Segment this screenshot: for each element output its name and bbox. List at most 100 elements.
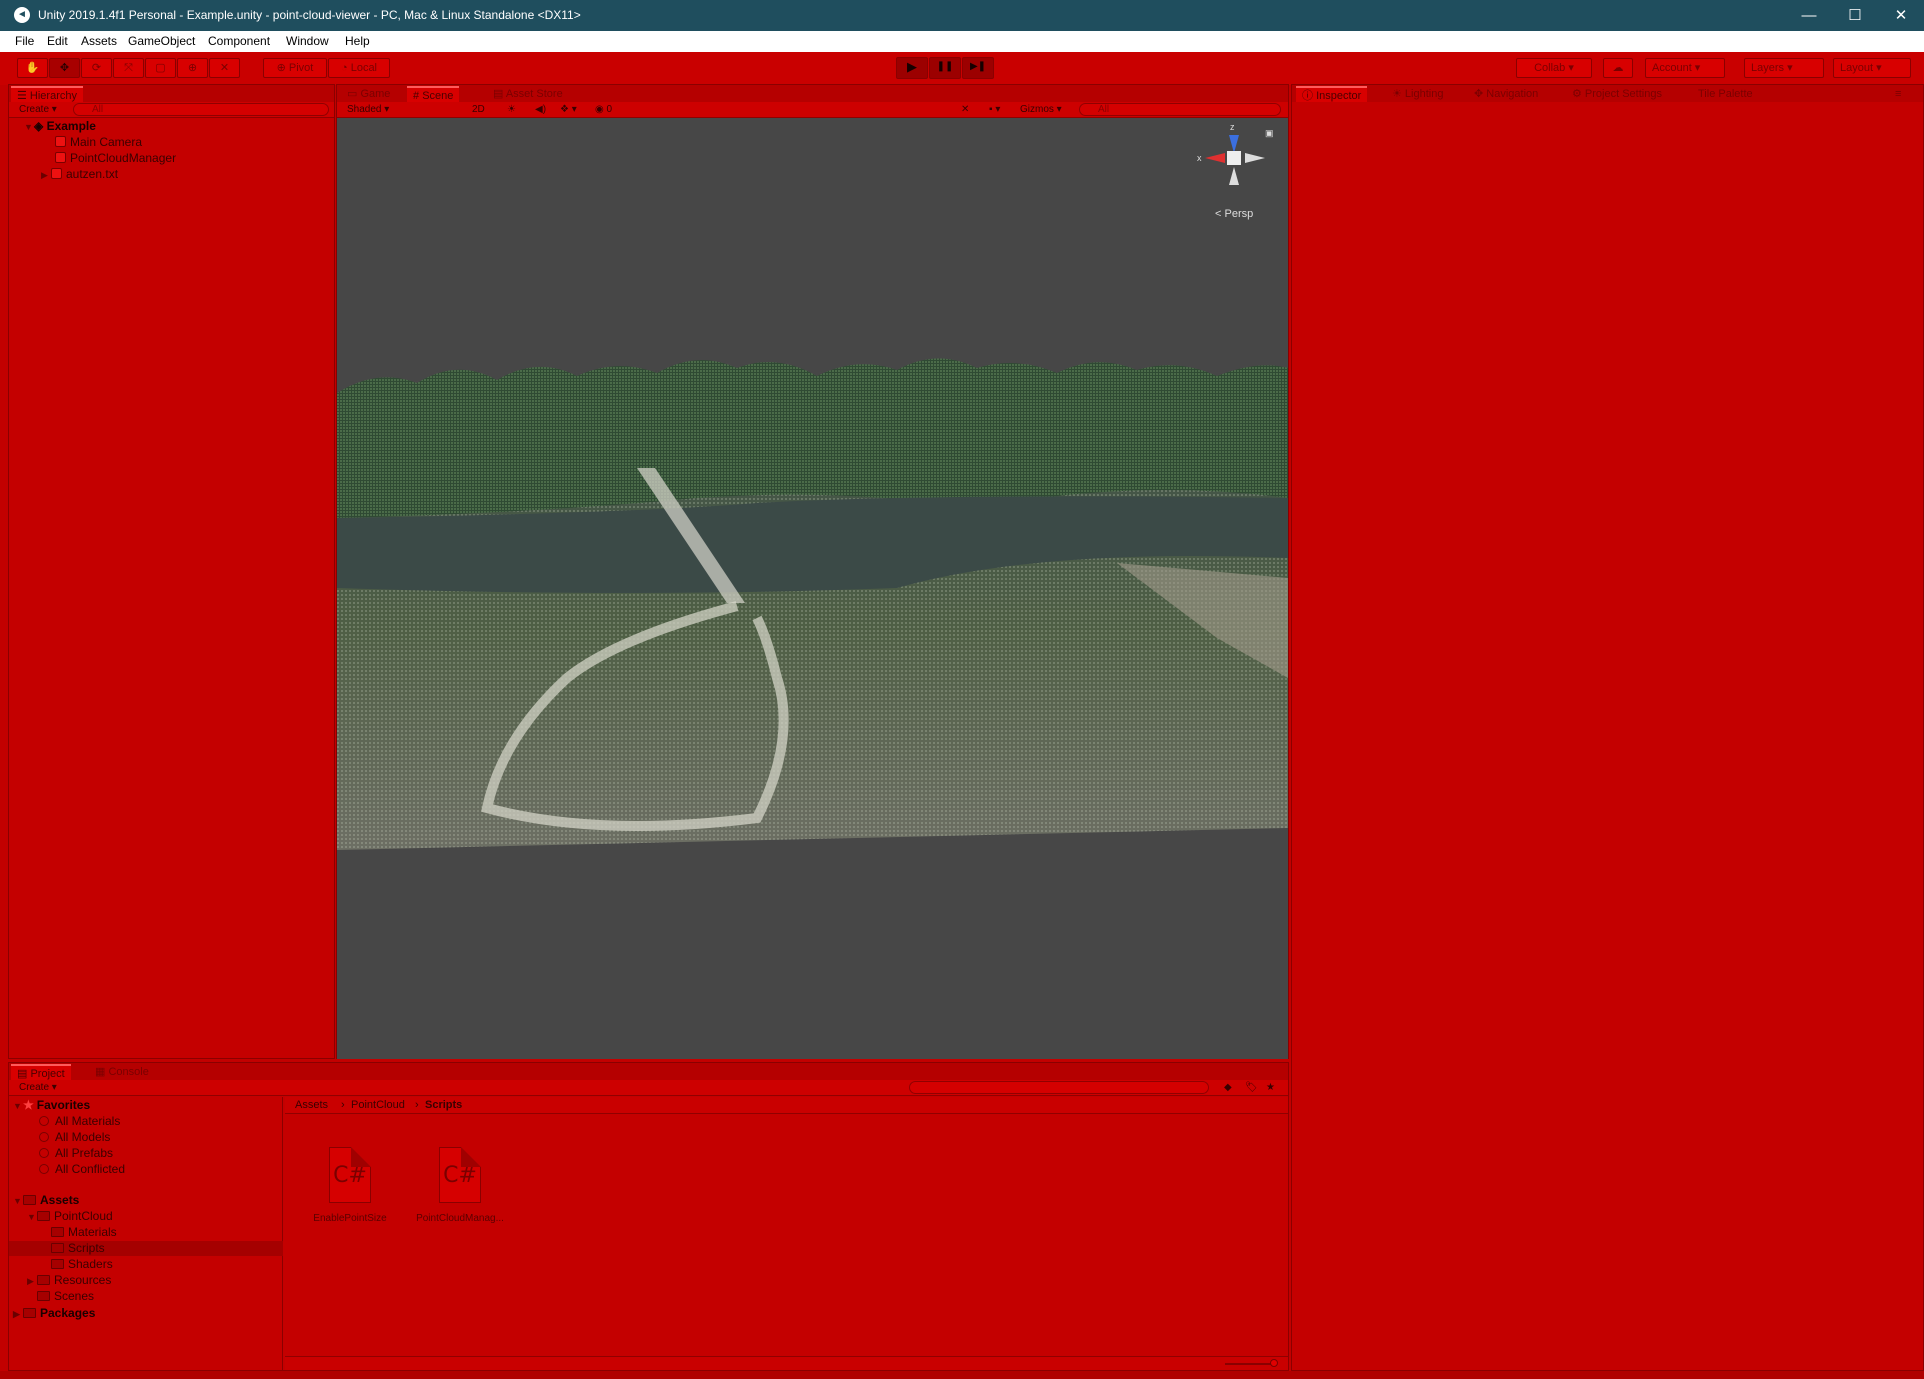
play-button[interactable]: ▶: [896, 57, 928, 79]
status-bar: [0, 1371, 1924, 1379]
menu-assets[interactable]: Assets: [81, 34, 117, 48]
layers-dropdown[interactable]: Layers ▾: [1744, 58, 1824, 78]
scene-viewport[interactable]: z x ▣ < Persp: [337, 118, 1288, 1059]
tab-console[interactable]: ▦ Console: [89, 1064, 155, 1080]
tab-scene[interactable]: # Scene: [407, 86, 460, 102]
assets-header[interactable]: ▼ Assets: [13, 1193, 79, 1208]
tab-lighting[interactable]: ☀ Lighting: [1386, 86, 1449, 102]
asset-pointcloudmanager[interactable]: C# PointCloudManag...: [405, 1147, 515, 1224]
favorite-all-conflicted[interactable]: All Conflicted: [39, 1162, 125, 1177]
icon-size-slider[interactable]: [1225, 1363, 1275, 1365]
folder-scripts[interactable]: Scripts: [9, 1241, 283, 1256]
folder-resources[interactable]: ▶ Resources: [27, 1273, 111, 1288]
account-dropdown[interactable]: Account ▾: [1645, 58, 1725, 78]
effects-toggle-icon[interactable]: ❖ ▾: [560, 102, 577, 117]
menu-component[interactable]: Component: [208, 34, 270, 48]
rect-tool-icon[interactable]: ▢: [145, 58, 176, 78]
tab-asset-store[interactable]: ▤ Asset Store: [487, 86, 569, 102]
tab-navigation[interactable]: ✥ Navigation: [1468, 86, 1544, 102]
tab-inspector[interactable]: ⓘ Inspector: [1296, 86, 1368, 102]
favorite-all-materials[interactable]: All Materials: [39, 1114, 120, 1129]
shading-mode-dropdown[interactable]: Shaded ▾: [347, 102, 389, 117]
camera-settings-icon[interactable]: ▪ ▾: [989, 102, 1000, 117]
menu-window[interactable]: Window: [286, 34, 329, 48]
tab-project-label: Project: [30, 1068, 65, 1080]
scale-tool-icon[interactable]: ⤧: [113, 58, 144, 78]
pivot-toggle[interactable]: ⊕ Pivot: [263, 58, 327, 78]
folder-label: Scripts: [68, 1241, 105, 1255]
mode-2d-toggle[interactable]: 2D: [472, 102, 485, 117]
menu-file[interactable]: File: [15, 34, 34, 48]
hierarchy-item-autzen[interactable]: ▶ autzen.txt: [41, 167, 118, 182]
folder-pointcloud[interactable]: ▼ PointCloud: [27, 1209, 113, 1224]
rotate-tool-icon[interactable]: ⟳: [81, 58, 112, 78]
project-search-input[interactable]: [909, 1081, 1209, 1094]
tab-inspector-label: Inspector: [1316, 90, 1362, 102]
asset-enablepointsize[interactable]: C# EnablePointSize: [295, 1147, 405, 1224]
cloud-icon[interactable]: ☁: [1603, 58, 1633, 78]
close-button[interactable]: ✕: [1878, 0, 1924, 31]
favorites-header[interactable]: ▼★ Favorites: [13, 1098, 90, 1113]
audio-toggle-icon[interactable]: ◀): [535, 102, 546, 117]
icon-size-slider-handle[interactable]: [1270, 1359, 1278, 1367]
project-create-button[interactable]: Create ▾: [19, 1080, 57, 1095]
hand-tool-icon[interactable]: ✋: [17, 58, 48, 78]
tools-icon[interactable]: ✕: [961, 102, 969, 117]
layout-dropdown[interactable]: Layout ▾: [1833, 58, 1911, 78]
menu-bar: File Edit Assets GameObject Component Wi…: [0, 31, 1924, 52]
move-tool-icon[interactable]: ✥: [49, 58, 80, 78]
tab-project[interactable]: ▤ Project: [11, 1064, 71, 1080]
tab-tile-palette[interactable]: Tile Palette: [1692, 86, 1759, 102]
collab-dropdown[interactable]: Collab ▾: [1516, 58, 1592, 78]
scene-grid-icon: #: [413, 90, 423, 102]
filter-by-type-icon[interactable]: ◆: [1224, 1080, 1232, 1095]
breadcrumb-separator-icon: ›: [415, 1099, 419, 1111]
favorite-all-models[interactable]: All Models: [39, 1130, 110, 1145]
filter-by-label-icon[interactable]: 🏷: [1245, 1080, 1258, 1095]
breadcrumb-scripts[interactable]: Scripts: [425, 1098, 462, 1113]
orientation-gizmo[interactable]: z x ▣ < Persp: [1193, 118, 1283, 220]
gizmo-lock-icon[interactable]: ▣: [1265, 128, 1274, 139]
hidden-objects-counter[interactable]: ◉ 0: [595, 102, 612, 117]
pause-button[interactable]: ❚❚: [929, 57, 961, 79]
hierarchy-create-button[interactable]: Create ▾: [19, 102, 57, 117]
hierarchy-item-pointcloudmanager[interactable]: PointCloudManager: [55, 151, 176, 166]
tab-project-settings[interactable]: ⚙ Project Settings: [1566, 86, 1668, 102]
transform-tool-icon[interactable]: ⊕: [177, 58, 208, 78]
gizmos-dropdown[interactable]: Gizmos ▾: [1020, 102, 1062, 117]
custom-tool-icon[interactable]: ✕: [209, 58, 240, 78]
maximize-button[interactable]: ☐: [1832, 0, 1878, 31]
breadcrumb-assets[interactable]: Assets: [295, 1098, 328, 1113]
menu-gameobject[interactable]: GameObject: [128, 34, 195, 48]
persp-label: Persp: [1224, 208, 1254, 220]
favorite-label: All Models: [55, 1130, 111, 1144]
folder-shaders[interactable]: Shaders: [51, 1257, 113, 1272]
projection-toggle[interactable]: < Persp: [1215, 208, 1253, 220]
folder-icon: [51, 1259, 64, 1269]
scene-root-row[interactable]: ▼◈ Example: [24, 119, 96, 134]
lighting-toggle-icon[interactable]: ☀: [507, 102, 516, 117]
menu-help[interactable]: Help: [345, 34, 370, 48]
axis-x-cone-icon: [1205, 153, 1225, 163]
folder-materials[interactable]: Materials: [51, 1225, 117, 1240]
breadcrumb-pointcloud[interactable]: PointCloud: [351, 1098, 405, 1113]
favorite-star-icon[interactable]: ★: [1266, 1080, 1275, 1095]
panel-menu-icon[interactable]: ≡: [1889, 86, 1907, 102]
favorites-label: Favorites: [36, 1098, 91, 1112]
step-button[interactable]: ▶❚: [962, 57, 994, 79]
tab-game[interactable]: ▭ Game: [341, 86, 396, 102]
menu-edit[interactable]: Edit: [47, 34, 68, 48]
hierarchy-search-input[interactable]: All: [73, 103, 329, 116]
scene-search-input[interactable]: All: [1079, 103, 1281, 116]
inspector-tabstrip: ⓘ Inspector ☀ Lighting ✥ Navigation ⚙ Pr…: [1292, 85, 1923, 102]
favorite-all-prefabs[interactable]: All Prefabs: [39, 1146, 113, 1161]
console-icon: ▦: [95, 1066, 109, 1078]
packages-header[interactable]: ▶ Packages: [13, 1306, 95, 1321]
local-toggle[interactable]: ◔ Local: [328, 58, 390, 78]
store-icon: ▤: [493, 88, 506, 100]
tab-hierarchy[interactable]: ☰ Hierarchy: [11, 86, 83, 102]
hierarchy-item-main-camera[interactable]: Main Camera: [55, 135, 142, 150]
folder-scenes[interactable]: Scenes: [37, 1289, 94, 1304]
minimize-button[interactable]: —: [1786, 0, 1832, 31]
favorite-label: All Prefabs: [55, 1146, 114, 1160]
